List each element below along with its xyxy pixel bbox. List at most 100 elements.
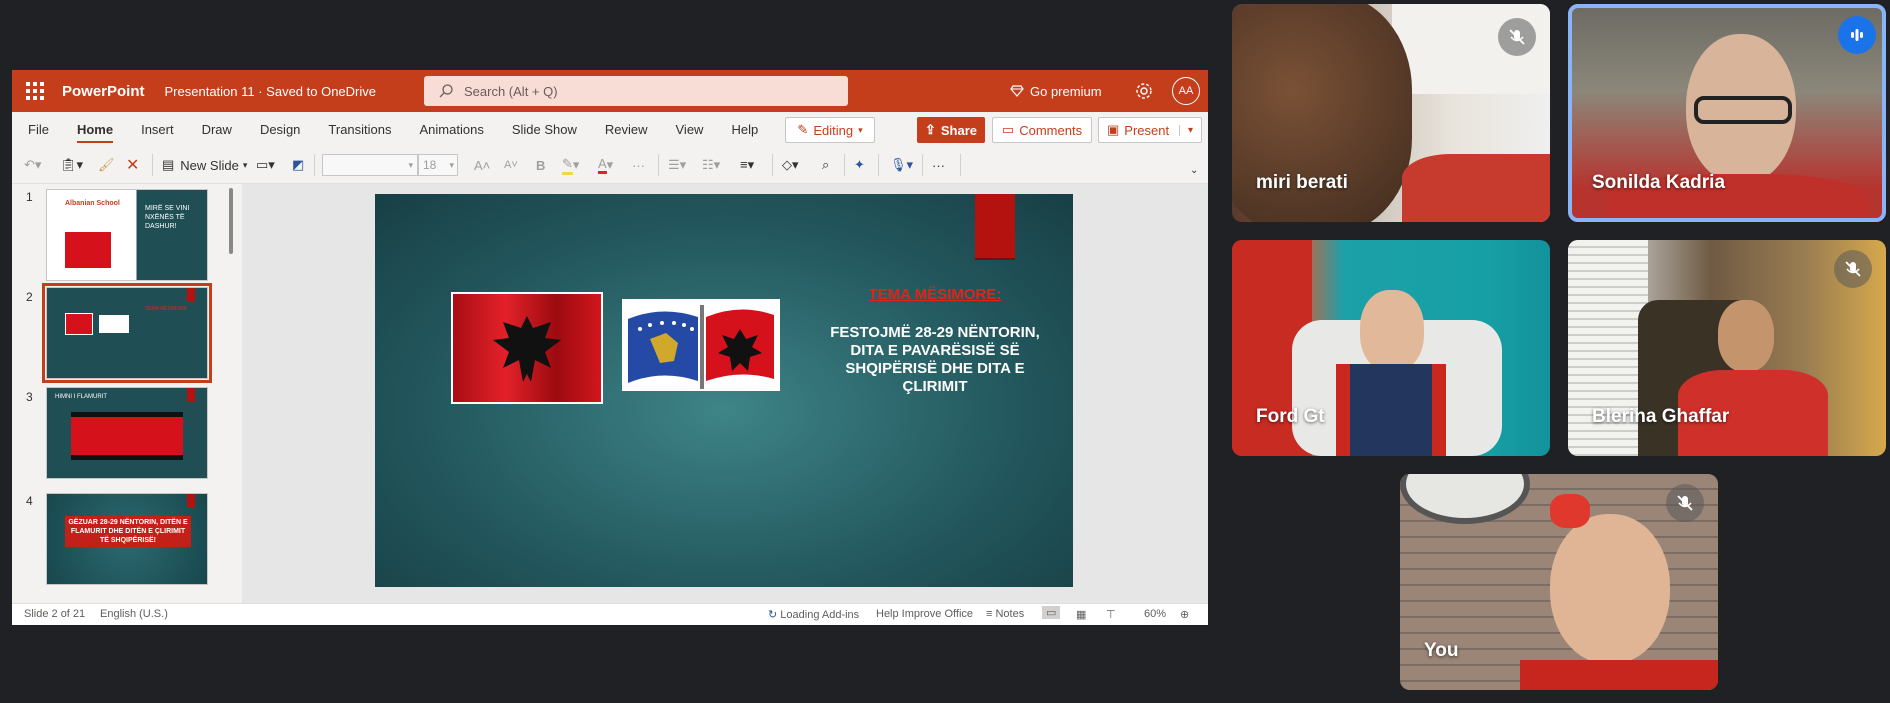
slide-thumbnail-1[interactable]: Albanian School MIRË SE VINI NXËNËS TË D…: [46, 189, 208, 281]
chevron-down-icon: ▾: [449, 159, 454, 170]
editing-mode-button[interactable]: ✎ Editing ▾: [785, 117, 875, 143]
slide-count: Slide 2 of 21: [24, 608, 86, 620]
thumb-title: Albanian School: [65, 200, 120, 207]
gear-icon[interactable]: [1134, 81, 1154, 101]
kosovo-albania-flags-image[interactable]: [622, 299, 780, 391]
participant-name: miri berati: [1256, 172, 1348, 193]
app-name[interactable]: PowerPoint: [62, 83, 145, 100]
flags-icon: [628, 305, 774, 389]
more-icon[interactable]: ···: [632, 155, 645, 175]
align-icon[interactable]: ≡▾: [740, 155, 754, 175]
document-title[interactable]: Presentation 11 · Saved to OneDrive: [165, 84, 377, 99]
comments-button[interactable]: ▭ Comments: [992, 117, 1092, 143]
slide-ribbon: [187, 388, 195, 402]
bold-icon[interactable]: B: [536, 155, 545, 175]
dictate-icon[interactable]: 🎙︎▾: [890, 155, 913, 175]
tab-review[interactable]: Review: [591, 112, 662, 146]
notes-button[interactable]: ≡ Notes: [986, 608, 1024, 620]
notes-icon: ≡: [986, 608, 993, 620]
fit-slide-icon[interactable]: ⊕: [1180, 608, 1189, 621]
present-button[interactable]: ▣ Present ▾: [1098, 117, 1202, 143]
undo-icon[interactable]: ↶▾: [24, 155, 41, 175]
comments-label: Comments: [1019, 122, 1083, 138]
shapes-icon[interactable]: ◇▾: [782, 155, 799, 175]
share-label: Share: [940, 122, 978, 138]
participant-tile-3[interactable]: Ford Gt: [1232, 240, 1550, 456]
slide-thumbnail-2[interactable]: TEMA MËSIMORE: [42, 283, 212, 383]
delete-icon[interactable]: ✕: [126, 155, 139, 175]
tab-file[interactable]: File: [12, 112, 63, 146]
shrink-font-icon[interactable]: A˅: [504, 155, 518, 175]
tab-slide-show[interactable]: Slide Show: [498, 112, 591, 146]
tab-view[interactable]: View: [662, 112, 718, 146]
current-slide[interactable]: TEMA MËSIMORE: FESTOJMË 28-29 NËNTORIN, …: [375, 194, 1073, 587]
slide-ribbon: [975, 194, 1015, 260]
share-button[interactable]: ⇪ Share: [917, 117, 985, 143]
grow-font-icon[interactable]: A˄: [474, 155, 490, 175]
background-icon[interactable]: ◩: [292, 155, 304, 175]
tab-help[interactable]: Help: [717, 112, 772, 146]
account-avatar[interactable]: AA: [1172, 77, 1200, 105]
thumb-title: TEMA MËSIMORE: [145, 306, 188, 312]
chevron-down-icon[interactable]: ⌄: [1190, 160, 1198, 180]
slide-body-text[interactable]: FESTOJMË 28-29 NËNTORIN, DITA E PAVARËSI…: [815, 324, 1055, 396]
new-slide-button[interactable]: ▤ New Slide ▾: [162, 155, 247, 175]
slide-heading[interactable]: TEMA MËSIMORE:: [815, 286, 1055, 303]
clipboard-icon[interactable]: 📋︎▾: [60, 155, 83, 175]
face: [1718, 300, 1774, 372]
tab-draw[interactable]: Draw: [188, 112, 246, 146]
editing-label: Editing: [813, 122, 854, 138]
menu-bar: File Home Insert Draw Design Transitions…: [12, 112, 1208, 146]
participant-tile-1[interactable]: miri berati: [1232, 4, 1550, 222]
find-icon[interactable]: ⌕: [822, 155, 829, 175]
designer-icon[interactable]: ✦: [854, 155, 865, 175]
zoom-level[interactable]: 60%: [1144, 608, 1166, 620]
pencil-icon: ✎: [797, 122, 809, 137]
highlight-icon[interactable]: ✎ ▾: [562, 155, 579, 175]
layout-icon[interactable]: ▭▾: [256, 155, 275, 175]
tab-transitions[interactable]: Transitions: [314, 112, 405, 146]
app-launcher-icon[interactable]: [24, 80, 46, 102]
slide-number: 2: [26, 290, 33, 304]
slide-thumbnail-4[interactable]: GËZUAR 28-29 NËNTORIN, DITËN E FLAMURIT …: [46, 493, 208, 585]
share-icon: ⇪: [924, 122, 936, 137]
vest: [1336, 364, 1446, 456]
new-slide-label: New Slide: [180, 157, 239, 173]
participant-name: Ford Gt: [1256, 406, 1325, 427]
reading-view-icon[interactable]: ⊤: [1106, 608, 1116, 621]
status-bar: Slide 2 of 21 English (U.S.) ↻ Loading A…: [12, 603, 1208, 625]
more-icon[interactable]: ···: [932, 155, 945, 175]
eagle-icon: [453, 294, 601, 402]
slide-thumbnail-3[interactable]: HIMNI I FLAMURIT: [46, 387, 208, 479]
new-slide-icon: ▤: [162, 157, 175, 172]
participant-tile-4[interactable]: Blerina Ghaffar: [1568, 240, 1886, 456]
tab-home[interactable]: Home: [63, 112, 127, 146]
bullets-icon[interactable]: ☰▾: [668, 155, 686, 175]
font-size-value: 18: [423, 158, 437, 172]
red-shirt: [1402, 154, 1550, 222]
numbering-icon[interactable]: ☷▾: [702, 155, 720, 175]
grid-view-icon[interactable]: ▦: [1076, 608, 1086, 621]
thumb-text: MIRË SE VINI NXËNËS TË DASHUR!: [145, 205, 190, 230]
tab-animations[interactable]: Animations: [406, 112, 498, 146]
comment-icon: ▭: [1001, 122, 1015, 137]
thumbnail-scrollbar[interactable]: [229, 188, 233, 254]
divider: [844, 154, 845, 176]
divider: [658, 154, 659, 176]
font-color-icon[interactable]: A ▾: [598, 155, 613, 175]
chevron-down-icon[interactable]: ▾: [1178, 124, 1193, 136]
font-name-dropdown[interactable]: ▾: [322, 154, 418, 176]
font-size-dropdown[interactable]: 18 ▾: [418, 154, 458, 176]
tab-design[interactable]: Design: [246, 112, 314, 146]
participant-tile-self[interactable]: You: [1400, 474, 1718, 690]
language-status[interactable]: English (U.S.): [100, 608, 168, 620]
albanian-flag-image[interactable]: [451, 292, 603, 404]
normal-view-icon[interactable]: ▭: [1042, 606, 1061, 619]
go-premium-button[interactable]: Go premium: [1010, 70, 1102, 112]
chevron-down-icon: ▾: [408, 159, 413, 170]
muted-mic-icon: [1834, 250, 1872, 288]
help-improve-office[interactable]: Help Improve Office: [876, 608, 973, 620]
tab-insert[interactable]: Insert: [127, 112, 188, 146]
search-box[interactable]: Search (Alt + Q): [424, 76, 848, 106]
format-painter-icon[interactable]: 🖌︎: [98, 155, 115, 175]
